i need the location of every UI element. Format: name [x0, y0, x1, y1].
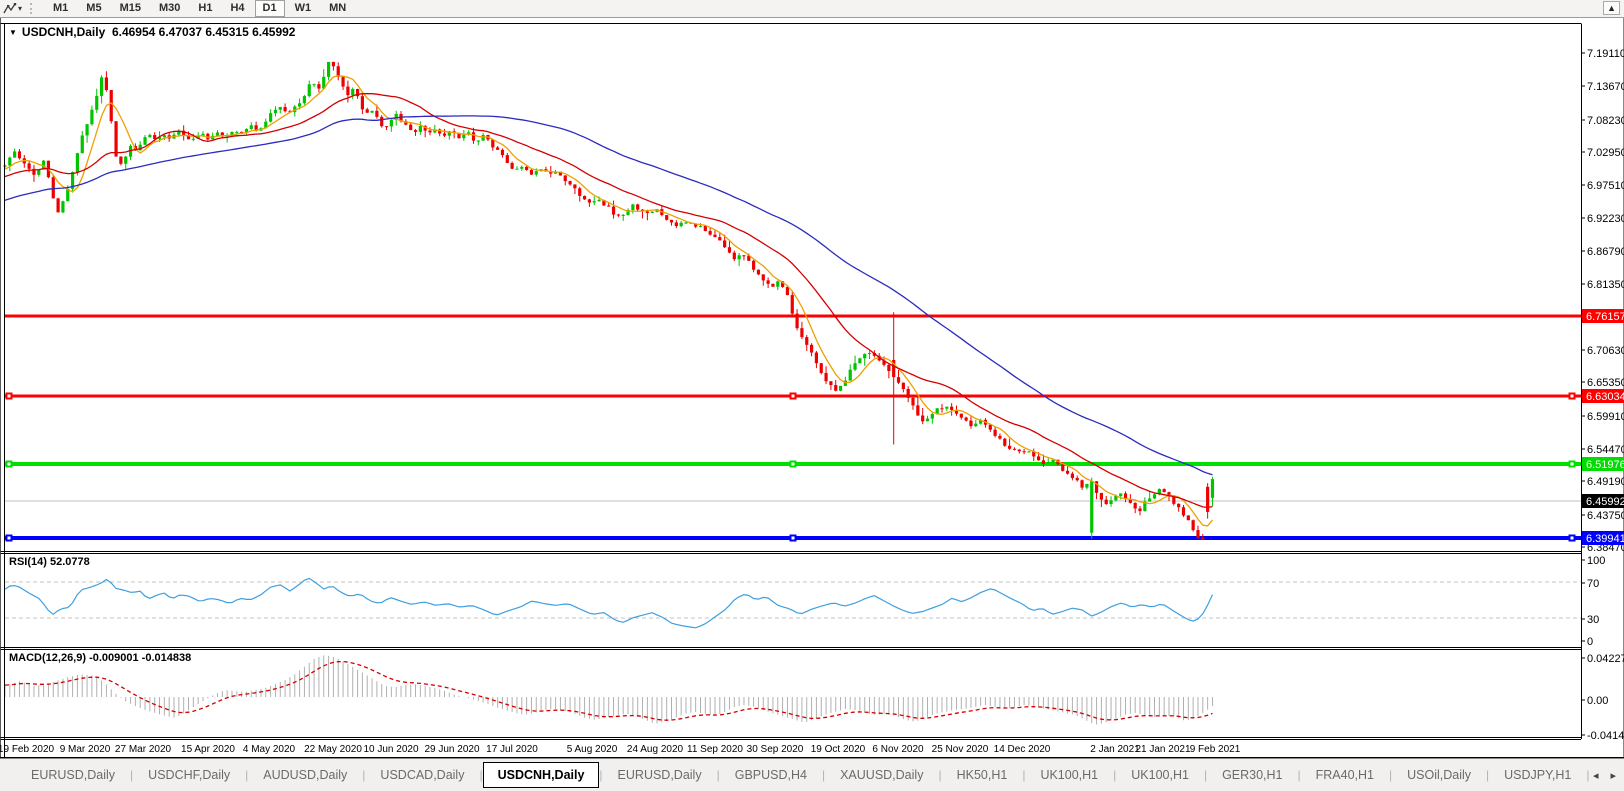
svg-text:5 Aug 2020: 5 Aug 2020	[567, 744, 618, 755]
chart-ohlc-values: 6.46954 6.47037 6.45315 6.45992	[111, 25, 296, 39]
timeframe-button-m5[interactable]: M5	[78, 0, 109, 17]
tab-hk50-h1[interactable]: HK50,H1	[942, 762, 1023, 788]
tab-usdcnh-daily[interactable]: USDCNH,Daily	[482, 762, 600, 788]
svg-text:6.54470: 6.54470	[1587, 444, 1624, 456]
toolbar-grip	[30, 3, 36, 14]
svg-text:6.51976: 6.51976	[1586, 459, 1624, 471]
timeframe-button-d1[interactable]: D1	[254, 0, 285, 17]
chart-header: ▼ USDCNH,Daily 6.46954 6.47037 6.45315 6.…	[9, 25, 295, 39]
svg-text:29 Jun 2020: 29 Jun 2020	[424, 744, 479, 755]
tabs-scroll-right-icon[interactable]: ▸	[1610, 769, 1616, 782]
tab-usoil-daily[interactable]: USOil,Daily	[1392, 762, 1486, 788]
tab-xauusd-daily[interactable]: XAUUSD,Daily	[825, 762, 938, 788]
svg-text:7.13670: 7.13670	[1587, 81, 1624, 93]
svg-text:22 May 2020: 22 May 2020	[304, 744, 362, 755]
svg-text:70: 70	[1587, 578, 1599, 590]
svg-text:6.86790: 6.86790	[1587, 246, 1624, 258]
svg-text:10 Jun 2020: 10 Jun 2020	[363, 744, 418, 755]
svg-text:17 Jul 2020: 17 Jul 2020	[486, 744, 538, 755]
svg-text:6.76157: 6.76157	[1586, 311, 1624, 323]
toolbar: ▾ M1 M5 M15 M30 H1 H4 D1 W1 MN ▲	[0, 0, 1624, 18]
svg-text:30 Sep 2020: 30 Sep 2020	[747, 744, 804, 755]
svg-text:15 Apr 2020: 15 Apr 2020	[181, 744, 235, 755]
svg-text:4 May 2020: 4 May 2020	[243, 744, 296, 755]
chart-canvas: 7.19110 7.13670 7.08230 7.02950 6.97510 6.922…	[0, 18, 1624, 758]
svg-text:6.92230: 6.92230	[1587, 213, 1624, 225]
svg-text:27 Mar 2020: 27 Mar 2020	[115, 744, 172, 755]
tab-uk100-h1[interactable]: UK100,H1	[1116, 762, 1204, 788]
svg-text:25 Nov 2020: 25 Nov 2020	[932, 744, 989, 755]
svg-text:6.81350: 6.81350	[1587, 279, 1624, 291]
svg-text:24 Aug 2020: 24 Aug 2020	[627, 744, 684, 755]
svg-text:19 Feb 2020: 19 Feb 2020	[0, 744, 55, 755]
svg-text:6.49190: 6.49190	[1587, 476, 1624, 488]
timeframe-button-h4[interactable]: H4	[222, 0, 252, 17]
tab-audusd-daily[interactable]: AUDUSD,Daily	[248, 762, 362, 788]
timeframe-button-m1[interactable]: M1	[45, 0, 76, 17]
tab-uk100-h1[interactable]: UK100,H1	[1025, 762, 1113, 788]
symbol-tabs: EURUSD,Daily | USDCHF,Daily | AUDUSD,Daily | U…	[0, 759, 1591, 791]
tab-eurusd-daily[interactable]: EURUSD,Daily	[16, 762, 130, 788]
rsi-label: RSI(14) 52.0778	[9, 556, 90, 568]
svg-text:6.97510: 6.97510	[1587, 180, 1624, 192]
svg-text:14 Dec 2020: 14 Dec 2020	[994, 744, 1051, 755]
svg-text:7.02950: 7.02950	[1587, 147, 1624, 159]
svg-text:7.19110: 7.19110	[1587, 48, 1624, 60]
toolbar-overflow-up-icon[interactable]: ▲	[1603, 1, 1620, 15]
svg-text:0.00: 0.00	[1587, 695, 1608, 707]
timeframe-button-w1[interactable]: W1	[287, 0, 320, 17]
tab-gbpusd-h4[interactable]: GBPUSD,H4	[720, 762, 822, 788]
svg-text:19 Oct 2020: 19 Oct 2020	[811, 744, 866, 755]
svg-text:0: 0	[1587, 636, 1593, 648]
svg-text:6.70630: 6.70630	[1587, 345, 1624, 357]
macd-label: MACD(12,26,9) -0.009001 -0.014838	[9, 652, 192, 664]
svg-text:6.39941: 6.39941	[1586, 533, 1624, 545]
svg-text:6.43750: 6.43750	[1587, 510, 1624, 522]
svg-text:9 Feb 2021: 9 Feb 2021	[1190, 744, 1241, 755]
svg-text:6.59910: 6.59910	[1587, 411, 1624, 423]
crosshair-tool-icon[interactable]	[3, 2, 17, 15]
timeframe-button-m15[interactable]: M15	[112, 0, 149, 17]
tab-scroll-arrows: ◂ ▸	[1591, 769, 1624, 782]
tab-fra40-h1[interactable]: FRA40,H1	[1301, 762, 1389, 788]
svg-text:6 Nov 2020: 6 Nov 2020	[872, 744, 924, 755]
svg-text:6.45992: 6.45992	[1586, 496, 1624, 508]
timeframe-button-m30[interactable]: M30	[151, 0, 188, 17]
chart-symbol-label: USDCNH,Daily	[21, 25, 106, 39]
svg-text:21 Jan 2021: 21 Jan 2021	[1135, 744, 1190, 755]
timeframe-buttons: M1 M5 M15 M30 H1 H4 D1 W1 MN	[44, 0, 355, 17]
tabs-scroll-left-icon[interactable]: ◂	[1593, 769, 1599, 782]
svg-text:9 Mar 2020: 9 Mar 2020	[60, 744, 111, 755]
svg-text:2 Jan 2021: 2 Jan 2021	[1090, 744, 1140, 755]
svg-text:6.65350: 6.65350	[1587, 377, 1624, 389]
svg-text:0.042275: 0.042275	[1587, 653, 1624, 665]
timeframe-button-mn[interactable]: MN	[321, 0, 354, 17]
tab-ger30-h1[interactable]: GER30,H1	[1207, 762, 1297, 788]
collapse-icon[interactable]: ▼	[9, 28, 17, 37]
timeframe-button-h1[interactable]: H1	[190, 0, 220, 17]
svg-text:7.08230: 7.08230	[1587, 115, 1624, 127]
tab-usdchf-daily[interactable]: USDCHF,Daily	[133, 762, 245, 788]
symbol-tabbar: EURUSD,Daily | USDCHF,Daily | AUDUSD,Daily | U…	[0, 758, 1624, 791]
tab-usdcad-daily[interactable]: USDCAD,Daily	[365, 762, 479, 788]
tab-usdjpy-h1[interactable]: USDJPY,H1	[1489, 762, 1586, 788]
svg-text:6.63034: 6.63034	[1586, 391, 1624, 403]
tool-dropdown-icon[interactable]: ▾	[18, 4, 22, 13]
svg-text:100: 100	[1587, 555, 1605, 567]
tab-eurusd-daily[interactable]: EURUSD,Daily	[603, 762, 717, 788]
svg-text:11 Sep 2020: 11 Sep 2020	[687, 744, 743, 755]
svg-text:30: 30	[1587, 614, 1599, 626]
svg-text:-0.04148: -0.04148	[1587, 730, 1624, 742]
